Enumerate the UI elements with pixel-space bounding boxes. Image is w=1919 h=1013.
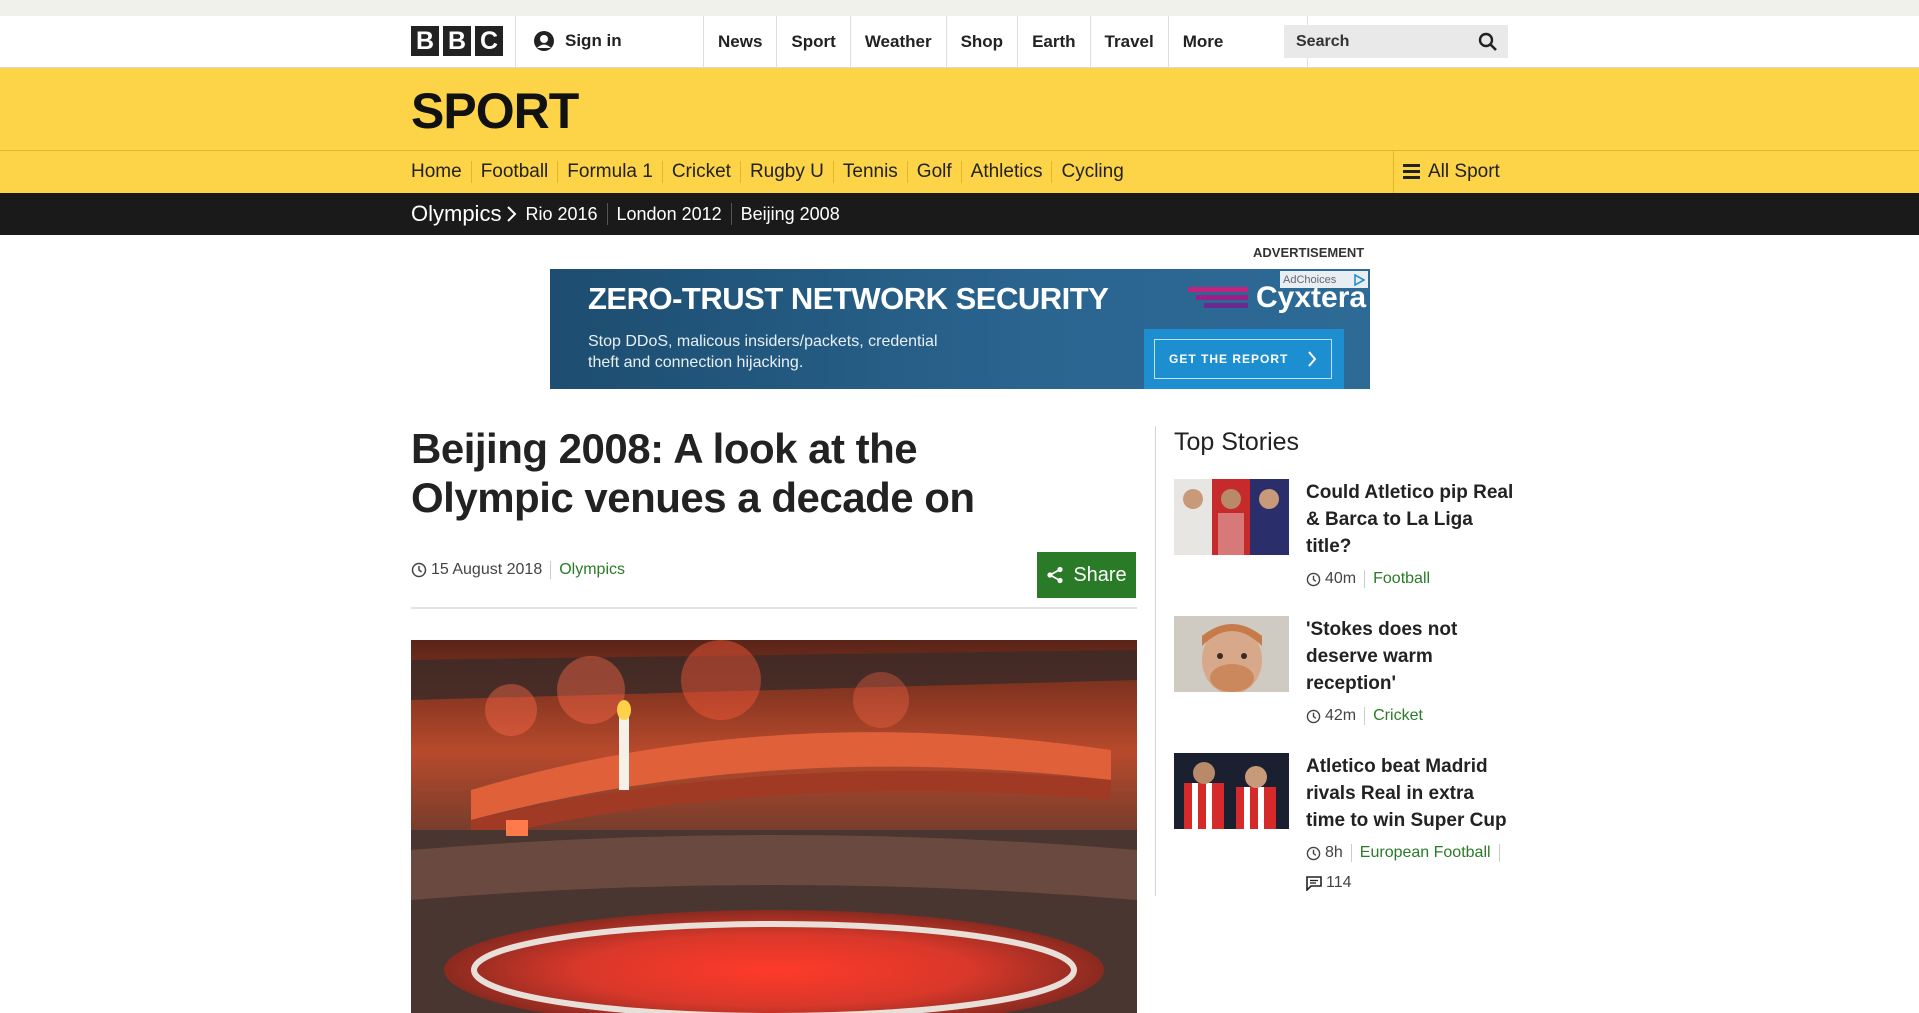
logo-letter-c: C bbox=[475, 26, 503, 56]
chevron-right-icon bbox=[507, 206, 517, 222]
menu-icon bbox=[1403, 164, 1420, 179]
sport-nav-golf[interactable]: Golf bbox=[906, 160, 961, 183]
story-time: 42m bbox=[1325, 707, 1357, 724]
sport-nav-home[interactable]: Home bbox=[411, 161, 471, 183]
story-meta: 42m Cricket bbox=[1306, 707, 1514, 725]
divider bbox=[1350, 844, 1352, 862]
nav-item-shop[interactable]: Shop bbox=[945, 16, 1018, 67]
logo-letter-b2: B bbox=[443, 26, 471, 56]
chevron-right-icon bbox=[1308, 351, 1317, 367]
search-icon[interactable] bbox=[1478, 32, 1498, 52]
story-meta: 40m Football bbox=[1306, 570, 1514, 588]
bbc-logo[interactable]: B B C bbox=[411, 26, 503, 56]
article-section-link[interactable]: Olympics bbox=[559, 561, 625, 579]
hero-image-stadium bbox=[411, 640, 1137, 1013]
subnav-beijing-2008[interactable]: Beijing 2008 bbox=[730, 203, 849, 225]
ad-cta-button[interactable]: GET THE REPORT bbox=[1154, 339, 1332, 379]
ad-body-text: Stop DDoS, malicous insiders/packets, cr… bbox=[588, 333, 938, 371]
adchoices-icon bbox=[1354, 273, 1365, 286]
divider bbox=[1364, 570, 1366, 588]
atletico-players-photo bbox=[1174, 753, 1289, 829]
story-text: Could Atletico pip Real & Barca to La Li… bbox=[1306, 479, 1514, 588]
article-meta: 15 August 2018 Olympics bbox=[411, 561, 625, 579]
stadium-photo bbox=[411, 640, 1137, 1013]
all-sport-button[interactable]: All Sport bbox=[1393, 150, 1515, 193]
comments-number: 114 bbox=[1326, 874, 1352, 891]
cricketer-portrait-photo bbox=[1174, 616, 1289, 692]
story-thumbnail[interactable] bbox=[1174, 616, 1289, 692]
sport-nav-athletics[interactable]: Athletics bbox=[960, 160, 1052, 183]
story-headline[interactable]: 'Stokes does not deserve warm reception' bbox=[1306, 616, 1514, 697]
story-text: Atletico beat Madrid rivals Real in extr… bbox=[1306, 753, 1514, 892]
story-headline[interactable]: Could Atletico pip Real & Barca to La Li… bbox=[1306, 479, 1514, 560]
story-thumbnail[interactable] bbox=[1174, 753, 1289, 829]
sport-nav-rugby-union[interactable]: Rugby U bbox=[739, 160, 833, 183]
divider bbox=[550, 561, 552, 579]
sport-nav-cycling[interactable]: Cycling bbox=[1051, 160, 1132, 183]
subnav-rio-2016[interactable]: Rio 2016 bbox=[525, 203, 606, 225]
global-nav: News Sport Weather Shop Earth Travel Mor… bbox=[703, 16, 1308, 67]
story-thumbnail[interactable] bbox=[1174, 479, 1289, 555]
nav-item-sport[interactable]: Sport bbox=[776, 16, 849, 67]
sign-in-link[interactable]: Sign in bbox=[533, 30, 622, 52]
divider bbox=[515, 16, 516, 67]
top-strip bbox=[0, 0, 1919, 16]
article-date: 15 August 2018 bbox=[431, 561, 543, 578]
user-icon bbox=[534, 31, 554, 51]
advertisement-label: ADVERTISEMENT bbox=[1253, 245, 1365, 260]
search-input[interactable] bbox=[1294, 31, 1458, 52]
share-label: Share bbox=[1073, 563, 1127, 586]
story-section-link[interactable]: Cricket bbox=[1373, 707, 1423, 725]
sport-nav-football[interactable]: Football bbox=[470, 160, 558, 183]
nav-item-weather[interactable]: Weather bbox=[849, 16, 946, 67]
logo-letter-b1: B bbox=[411, 26, 439, 56]
ad-cta-label: GET THE REPORT bbox=[1169, 352, 1289, 366]
nav-item-travel[interactable]: Travel bbox=[1089, 16, 1168, 67]
football-players-photo bbox=[1174, 479, 1289, 555]
ad-headline: ZERO-TRUST NETWORK SECURITY bbox=[588, 281, 1109, 316]
sport-banner bbox=[0, 68, 1919, 150]
story-text: 'Stokes does not deserve warm reception'… bbox=[1306, 616, 1514, 725]
olympics-section-link[interactable]: Olympics bbox=[411, 201, 501, 227]
adchoices-badge[interactable]: AdChoices bbox=[1280, 271, 1368, 288]
search-box[interactable] bbox=[1284, 25, 1508, 58]
sport-nav: Home Football Formula 1 Cricket Rugby U … bbox=[411, 150, 1133, 193]
story-section-link[interactable]: European Football bbox=[1360, 844, 1491, 862]
advertisement-banner[interactable]: ZERO-TRUST NETWORK SECURITY Stop DDoS, m… bbox=[550, 269, 1370, 389]
story-time: 40m bbox=[1325, 570, 1357, 587]
story-section-link[interactable]: Football bbox=[1373, 570, 1430, 588]
divider bbox=[1155, 426, 1156, 896]
subnav-london-2012[interactable]: London 2012 bbox=[606, 203, 731, 225]
divider bbox=[411, 607, 1137, 609]
story-headline[interactable]: Atletico beat Madrid rivals Real in extr… bbox=[1306, 753, 1514, 834]
clock-icon bbox=[1306, 572, 1321, 586]
story-meta: 8h European Football 114 bbox=[1306, 844, 1514, 892]
story-time: 8h bbox=[1325, 844, 1343, 861]
sport-nav-formula-1[interactable]: Formula 1 bbox=[557, 160, 662, 183]
olympics-nav: Olympics Rio 2016 London 2012 Beijing 20… bbox=[411, 193, 849, 235]
more-label: More bbox=[1182, 31, 1224, 51]
adchoices-label: AdChoices bbox=[1283, 273, 1337, 286]
sport-nav-tennis[interactable]: Tennis bbox=[832, 160, 907, 183]
top-stories-heading: Top Stories bbox=[1174, 428, 1300, 456]
article-headline: Beijing 2008: A look at the Olympic venu… bbox=[411, 425, 975, 521]
olympics-nav-bar bbox=[0, 193, 1919, 235]
clock-icon bbox=[1306, 846, 1321, 860]
clock-icon bbox=[1306, 709, 1321, 723]
nav-item-news[interactable]: News bbox=[703, 16, 776, 67]
cyxtera-logo-mark bbox=[1188, 287, 1248, 308]
comment-icon bbox=[1306, 875, 1322, 891]
divider bbox=[1498, 844, 1500, 862]
sport-nav-cricket[interactable]: Cricket bbox=[661, 160, 740, 183]
sign-in-label: Sign in bbox=[565, 31, 622, 50]
comments-count[interactable]: 114 bbox=[1306, 874, 1352, 892]
clock-icon bbox=[411, 562, 427, 578]
divider bbox=[1364, 707, 1366, 725]
all-sport-label: All Sport bbox=[1428, 160, 1500, 182]
nav-item-earth[interactable]: Earth bbox=[1017, 16, 1089, 67]
sport-title[interactable]: SPORT bbox=[411, 82, 579, 140]
share-button[interactable]: Share bbox=[1037, 552, 1136, 598]
share-icon bbox=[1047, 566, 1063, 584]
